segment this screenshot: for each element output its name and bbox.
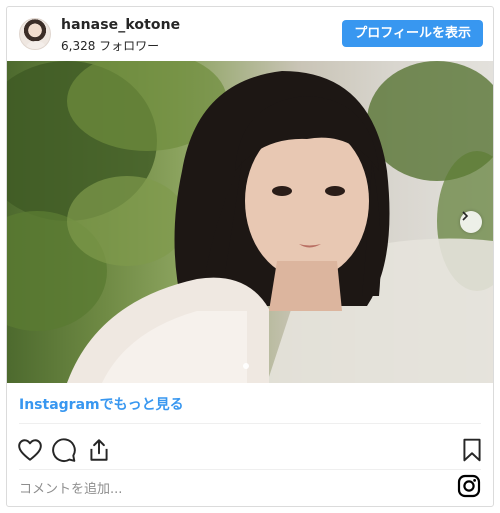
instagram-embed-card: hanase_kotone 6,328 フォロワー プロフィールを表示 Inst… xyxy=(6,6,494,507)
action-bar xyxy=(7,429,493,469)
chevron-right-icon xyxy=(462,211,469,221)
heart-icon[interactable] xyxy=(17,437,43,463)
follower-count: 6,328 フォロワー xyxy=(61,39,160,53)
avatar[interactable] xyxy=(19,18,51,50)
next-photo-button[interactable] xyxy=(460,211,482,233)
divider xyxy=(19,423,481,424)
instagram-icon[interactable] xyxy=(457,474,481,498)
bookmark-icon[interactable] xyxy=(459,437,485,463)
see-more-link[interactable]: Instagramでもっと見る xyxy=(19,394,184,414)
comment-icon[interactable] xyxy=(51,437,77,463)
add-comment-input[interactable]: コメントを追加... xyxy=(19,478,122,497)
post-header: hanase_kotone 6,328 フォロワー プロフィールを表示 xyxy=(7,7,493,61)
photo-illustration xyxy=(7,61,493,383)
username[interactable]: hanase_kotone xyxy=(61,17,180,33)
view-profile-button[interactable]: プロフィールを表示 xyxy=(342,20,483,47)
post-photo[interactable] xyxy=(7,61,493,383)
share-icon[interactable] xyxy=(86,437,112,463)
carousel-indicator xyxy=(243,363,249,369)
divider xyxy=(19,469,481,470)
